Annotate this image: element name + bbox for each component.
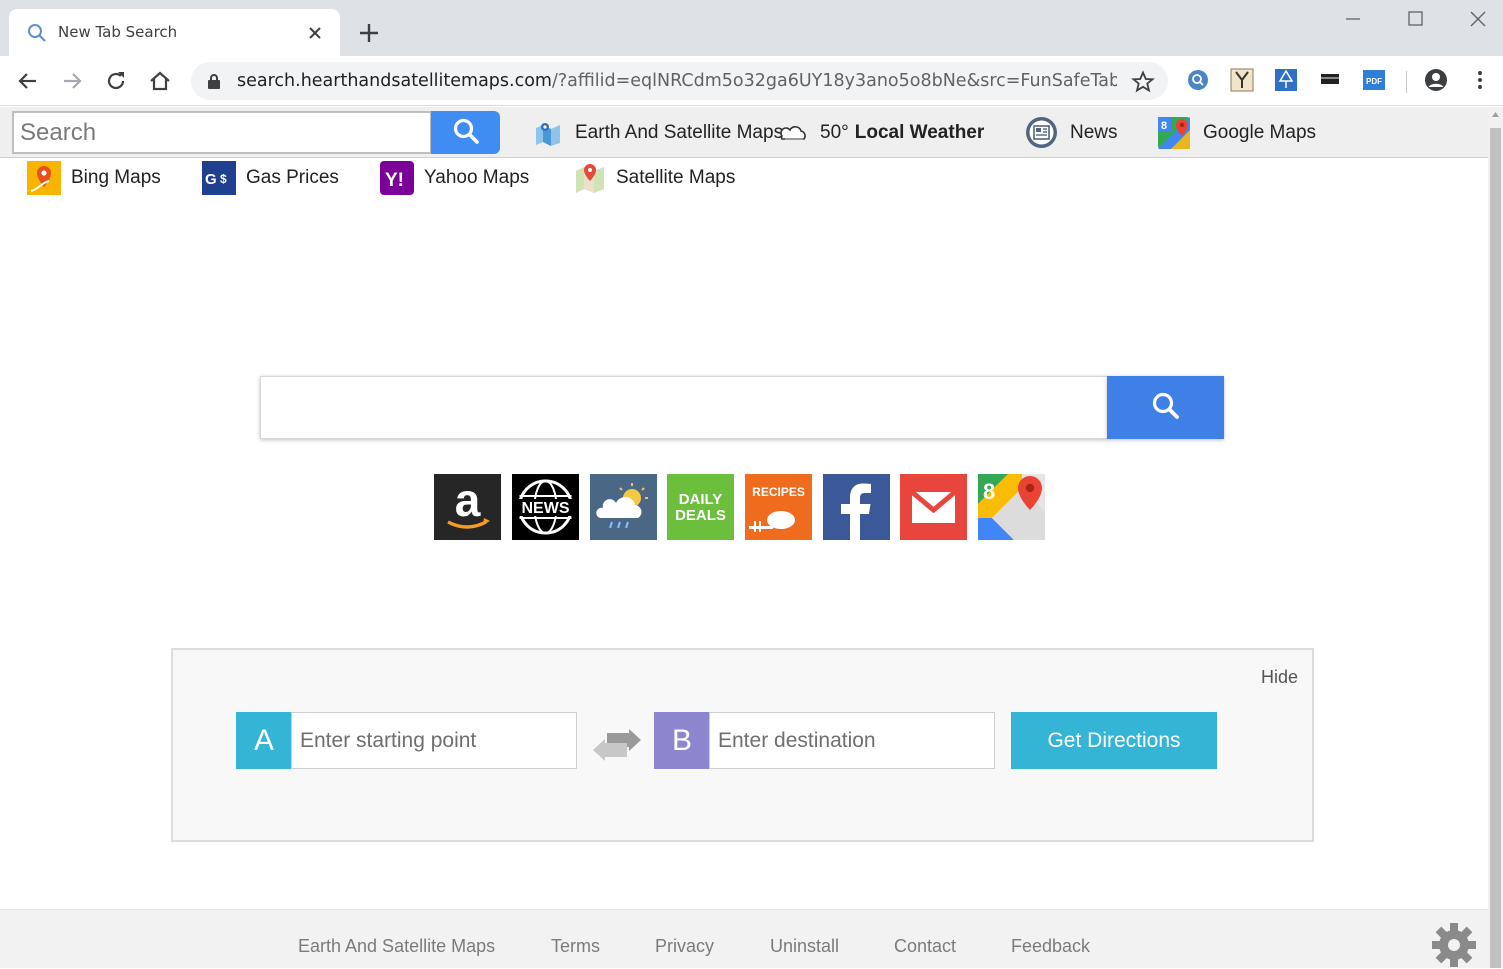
toplink-label: News [1070,121,1118,143]
footer-link-uninstall[interactable]: Uninstall [770,936,839,957]
newspaper-icon [1026,117,1057,148]
toplink-earth-satellite-maps[interactable]: Earth And Satellite Maps [533,107,783,158]
pdf-extension-icon[interactable]: PDF [1362,68,1386,92]
page-topbar: Earth And Satellite Maps 50° Local Weath… [0,107,1488,158]
footer-link-privacy[interactable]: Privacy [655,936,714,957]
amazon-icon[interactable]: a [434,474,501,540]
daily-deals-icon[interactable]: DAILY DEALS [667,474,734,540]
weather-temperature: 50° [820,121,849,143]
search-icon [1152,392,1179,419]
gear-icon[interactable] [1430,921,1478,969]
cloud-icon [780,125,806,140]
link-label: Gas Prices [246,167,339,188]
scroll-up-arrow-icon[interactable] [1491,110,1500,119]
google-maps-icon[interactable]: 8 [978,474,1045,540]
search-extension-icon[interactable] [1186,68,1210,92]
browser-toolbar: search.hearthandsatellitemaps.com/?affil… [0,56,1503,106]
footer-link-feedback[interactable]: Feedback [1011,936,1090,957]
deals-tile-label-2: DEALS [675,507,726,524]
browser-tab[interactable]: New Tab Search [9,9,340,56]
maximize-icon[interactable] [1404,8,1426,30]
badge-b: B [654,712,710,769]
svg-text:a: a [455,474,481,526]
facebook-icon[interactable] [823,474,890,540]
reload-icon[interactable] [104,69,128,93]
deals-tile-label-1: DAILY [679,491,723,508]
minimize-icon[interactable] [1342,8,1364,30]
menu-kebab-icon[interactable] [1468,68,1492,92]
toplink-local-weather[interactable]: 50° Local Weather [779,107,984,158]
tree-extension-icon[interactable] [1274,68,1298,92]
lock-icon [208,74,220,89]
weather-icon[interactable] [590,474,657,540]
badge-a: A [236,712,292,769]
svg-text:8: 8 [983,479,995,504]
bing-maps-icon [27,161,61,195]
recipes-tile-label: RECIPES [752,485,805,499]
link-gas-prices[interactable]: G $ Gas Prices [202,160,339,196]
url-text: search.hearthandsatellitemaps.com/?affil… [237,71,1117,91]
link-label: Bing Maps [71,167,161,188]
topbar-search-input[interactable] [12,111,432,154]
gas-prices-icon: G $ [202,161,236,195]
y-extension-icon[interactable] [1230,68,1254,92]
gmail-icon[interactable] [900,474,967,540]
news-tile-label: NEWS [522,500,570,517]
svg-text:G: G [205,171,217,188]
window-close-icon[interactable] [1467,8,1489,30]
browser-tabstrip: New Tab Search [0,0,1503,56]
recipes-icon[interactable]: RECIPES [745,474,812,540]
page-footer: Earth And Satellite Maps Terms Privacy U… [0,909,1488,968]
scrollbar-thumb[interactable] [1490,128,1501,968]
get-directions-button[interactable]: Get Directions [1011,712,1217,769]
news-icon[interactable]: NEWS [512,474,579,540]
toolbar-separator [1406,71,1407,93]
card-extension-icon[interactable] [1318,68,1342,92]
svg-text:8: 8 [1161,120,1167,132]
destination-input[interactable] [709,712,995,769]
back-arrow-icon[interactable] [16,69,40,93]
link-bing-maps[interactable]: Bing Maps [27,160,161,196]
main-search-input[interactable] [260,376,1108,439]
toplink-label: Earth And Satellite Maps [575,121,784,143]
footer-link-earth-satellite-maps[interactable]: Earth And Satellite Maps [298,936,495,957]
directions-panel: Hide A B Get Directions [171,648,1314,842]
link-satellite-maps[interactable]: Satellite Maps [574,160,735,196]
footer-link-terms[interactable]: Terms [551,936,600,957]
yahoo-icon: Y! [380,161,414,195]
swap-arrows-icon[interactable] [589,727,645,763]
toplink-label: Google Maps [1203,121,1317,143]
search-icon [453,118,479,144]
bookmark-star-icon[interactable] [1131,70,1155,94]
home-icon[interactable] [148,69,172,93]
svg-text:$: $ [220,172,227,186]
satellite-maps-icon [576,164,604,193]
svg-text:Y!: Y! [385,170,404,191]
tab-close-icon[interactable] [305,23,325,43]
footer-link-contact[interactable]: Contact [894,936,956,957]
tab-title: New Tab Search [58,23,178,41]
url-path: /?affilid=eqlNRCdm5o32ga6UY18y3ano5o8bNe… [551,71,1117,91]
profile-icon[interactable] [1424,68,1448,92]
url-domain: search.hearthandsatellitemaps.com [237,71,552,91]
hide-link[interactable]: Hide [1261,667,1298,688]
earth-maps-icon [536,122,560,146]
link-label: Yahoo Maps [424,167,530,188]
svg-text:PDF: PDF [1366,77,1382,86]
topbar-search-button[interactable] [431,111,500,154]
toplink-label: Local Weather [854,121,985,143]
toplink-news[interactable]: News [1025,107,1118,158]
address-bar[interactable]: search.hearthandsatellitemaps.com/?affil… [191,62,1168,100]
google-maps-icon: 8 [1158,116,1190,149]
new-tab-icon[interactable] [356,20,382,46]
search-icon [28,24,46,42]
forward-arrow-icon[interactable] [60,69,84,93]
link-yahoo-maps[interactable]: Y! Yahoo Maps [380,160,529,196]
toplink-google-maps[interactable]: 8 Google Maps [1157,107,1316,158]
main-search-button[interactable] [1107,376,1224,439]
link-label: Satellite Maps [616,167,736,188]
start-point-input[interactable] [291,712,577,769]
